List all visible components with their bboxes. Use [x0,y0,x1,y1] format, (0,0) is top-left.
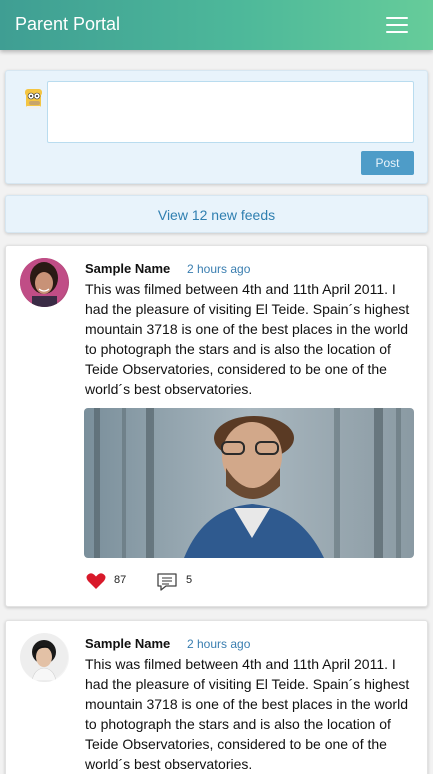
author-name[interactable]: Sample Name [85,636,170,651]
view-new-feeds-button[interactable]: View 12 new feeds [5,195,428,233]
author-name[interactable]: Sample Name [85,261,170,276]
comment-count: 5 [186,574,193,586]
like-count: 87 [114,574,127,586]
feed-post: Sample Name 2 hours ago This was filmed … [5,620,428,774]
post-button[interactable]: Post [361,151,414,175]
cartoon-avatar-icon [23,85,45,109]
post-text: This was filmed between 4th and 11th Apr… [85,656,410,772]
post-timestamp: 2 hours ago [187,262,251,276]
author-avatar[interactable] [20,633,69,682]
post-text-input[interactable] [47,81,414,143]
comment-button[interactable]: 5 [156,572,192,597]
app-header: Parent Portal [0,0,433,50]
post-image[interactable] [84,408,414,558]
app-title: Parent Portal [15,14,121,34]
menu-bar [386,24,408,26]
menu-bar [386,17,408,19]
like-button[interactable]: 87 [86,572,126,595]
post-composer: Post [5,70,428,184]
menu-bar [386,31,408,33]
post-timestamp: 2 hours ago [187,637,251,651]
heart-icon [86,572,106,595]
hamburger-menu-icon[interactable] [382,13,412,37]
comment-icon [156,572,178,597]
feed-post: Sample Name 2 hours ago This was filmed … [5,245,428,607]
author-avatar[interactable] [20,258,69,307]
post-text: This was filmed between 4th and 11th Apr… [85,281,410,397]
